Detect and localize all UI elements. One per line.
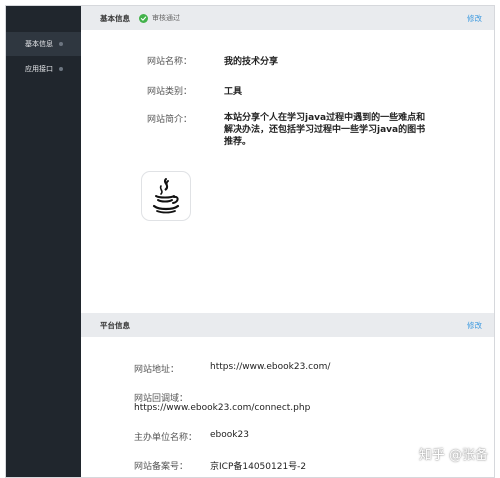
organizer-label: 主办单位名称： [134, 433, 198, 443]
java-logo-icon [152, 178, 180, 214]
basic-info-header: 基本信息 审核通过 修改 [81, 6, 494, 30]
site-category-label: 网站类别： [147, 87, 193, 97]
site-address-value: https://www.ebook23.com/ [210, 362, 331, 372]
sidebar: 基本信息 应用接口 [6, 6, 81, 477]
main-content: 基本信息 审核通过 修改 网站名称： 我的技术分享 网站类别： 工具 网站简介：… [81, 6, 494, 477]
icp-label: 网站备案号： [134, 462, 189, 472]
site-name-label: 网站名称： [147, 57, 193, 67]
site-category-value: 工具 [224, 87, 243, 97]
status-text: 审核通过 [152, 14, 180, 22]
site-name-value: 我的技术分享 [224, 57, 279, 67]
watermark: 知乎 @张备 [418, 448, 488, 463]
sidebar-item-label: 应用接口 [25, 65, 53, 73]
site-intro-label: 网站简介： [147, 115, 193, 125]
icp-value: 京ICP备14050121号-2 [210, 462, 307, 472]
section-title: 平台信息 [100, 320, 130, 330]
organizer-value: ebook23 [210, 430, 249, 440]
dot-icon [59, 42, 63, 46]
sidebar-item-basic-info[interactable]: 基本信息 [6, 32, 81, 56]
check-circle-icon [139, 13, 148, 23]
edit-platform-info-link[interactable]: 修改 [467, 320, 482, 331]
section-title: 基本信息 [100, 13, 130, 23]
edit-basic-info-link[interactable]: 修改 [467, 13, 482, 24]
site-address-label: 网站地址： [134, 365, 180, 375]
status-badge: 审核通过 [139, 13, 180, 23]
callback-domain-value: https://www.ebook23.com/connect.php [134, 403, 311, 413]
app-window: 基本信息 应用接口 基本信息 审核通过 修改 网站名称： 我的技术分享 网站类别… [5, 5, 495, 478]
sidebar-item-label: 基本信息 [25, 40, 53, 48]
platform-info-header: 平台信息 修改 [81, 313, 494, 337]
dot-icon [59, 67, 63, 71]
sidebar-item-app-interface[interactable]: 应用接口 [6, 57, 81, 81]
site-logo [141, 171, 191, 221]
site-intro-value: 本站分享个人在学习java过程中遇到的一些难点和解决办法，还包括学习过程中一些学… [224, 113, 426, 147]
